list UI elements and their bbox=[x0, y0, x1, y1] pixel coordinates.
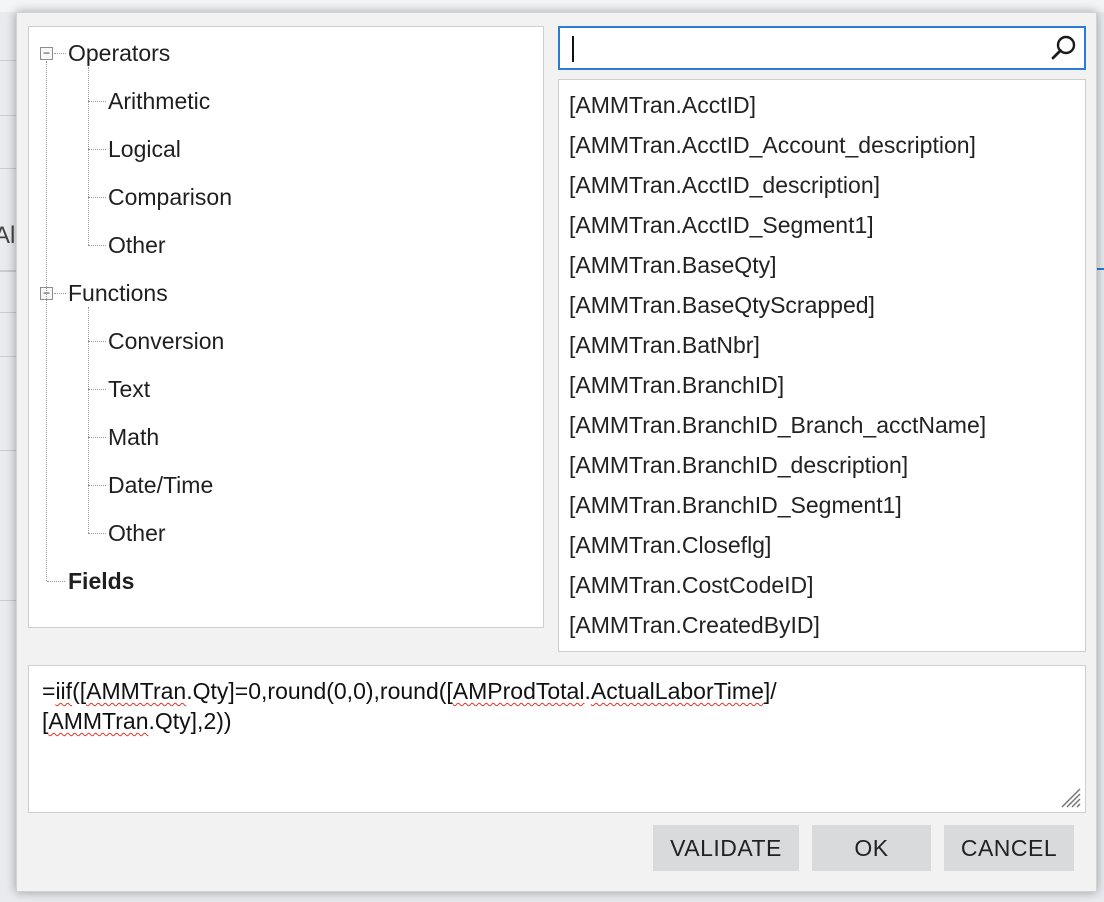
tree-connector bbox=[88, 307, 89, 533]
background-divider bbox=[0, 450, 16, 451]
field-list-item[interactable]: [AMMTran.BranchID_description] bbox=[569, 450, 908, 480]
expression-editor[interactable]: =iif([AMMTran.Qty]=0,round(0,0),round([A… bbox=[28, 665, 1086, 813]
expression-line-2: [AMMTran.Qty],2)) bbox=[42, 706, 232, 736]
tree-connector bbox=[88, 101, 106, 102]
field-list-item[interactable]: [AMMTran.AcctID_Account_description] bbox=[569, 130, 976, 160]
field-list-item[interactable]: [AMMTran.Closeflg] bbox=[569, 530, 771, 560]
expression-text: .Qty],2)) bbox=[148, 708, 232, 734]
tree-item-conversion[interactable]: Conversion bbox=[108, 327, 224, 355]
fields-list: [AMMTran.AcctID] [AMMTran.AcctID_Account_… bbox=[558, 79, 1086, 652]
tree-connector bbox=[88, 485, 106, 486]
search-icon[interactable] bbox=[1050, 34, 1078, 62]
expression-text: ]/ bbox=[763, 678, 777, 704]
resize-grip-icon[interactable] bbox=[1058, 785, 1082, 809]
tree-connector bbox=[88, 341, 106, 342]
tree-item-text[interactable]: Text bbox=[108, 375, 150, 403]
background-divider bbox=[0, 115, 16, 116]
tree-item-fields[interactable]: Fields bbox=[68, 567, 134, 595]
field-list-item[interactable]: [AMMTran.BatNbr] bbox=[569, 330, 760, 360]
expression-editor-dialog: − Operators Arithmetic Logical Comparison Oth… bbox=[16, 12, 1097, 892]
expression-text-misspelled: AMMTran bbox=[86, 678, 187, 704]
expression-line-1: =iif([AMMTran.Qty]=0,round(0,0),round([A… bbox=[42, 676, 777, 706]
expression-text: = bbox=[42, 678, 56, 704]
tree-group-operators[interactable]: Operators bbox=[68, 39, 170, 67]
collapse-icon[interactable]: − bbox=[40, 47, 53, 60]
tree-connector bbox=[46, 61, 47, 581]
tree-connector bbox=[88, 197, 106, 198]
background-divider bbox=[0, 600, 16, 601]
search-input[interactable] bbox=[570, 32, 1040, 64]
tree-connector bbox=[88, 245, 106, 246]
tree-connector bbox=[88, 389, 106, 390]
background-divider bbox=[0, 312, 16, 313]
tree-item-datetime[interactable]: Date/Time bbox=[108, 471, 213, 499]
validate-button[interactable]: VALIDATE bbox=[653, 825, 799, 871]
text-caret bbox=[572, 36, 574, 62]
background-app-strip-top bbox=[0, 0, 1104, 12]
tree-group-functions[interactable]: Functions bbox=[68, 279, 168, 307]
expression-text-misspelled: AMMTran bbox=[48, 708, 149, 734]
field-list-item[interactable]: [AMMTran.AcctID_description] bbox=[569, 170, 880, 200]
tree-connector bbox=[88, 533, 106, 534]
expression-text-misspelled: iif bbox=[55, 678, 73, 704]
expression-text-misspelled: ActualLaborTime bbox=[590, 678, 764, 704]
cancel-button[interactable]: CANCEL bbox=[944, 825, 1074, 871]
field-search-box[interactable] bbox=[558, 26, 1086, 70]
background-accent-line bbox=[1096, 268, 1104, 270]
background-divider bbox=[0, 356, 16, 357]
tree-item-comparison[interactable]: Comparison bbox=[108, 183, 232, 211]
tree-item-other[interactable]: Other bbox=[108, 231, 166, 259]
field-list-item[interactable]: [AMMTran.BranchID_Segment1] bbox=[569, 490, 902, 520]
tree-connector bbox=[88, 67, 89, 245]
field-list-item[interactable]: [AMMTran.BaseQtyScrapped] bbox=[569, 290, 875, 320]
field-list-item[interactable]: [AMMTran.AcctID] bbox=[569, 90, 756, 120]
background-divider bbox=[0, 270, 16, 272]
expression-text: .Qty]=0,round(0,0),round([ bbox=[186, 678, 453, 704]
tree-connector bbox=[54, 53, 66, 54]
tree-item-math[interactable]: Math bbox=[108, 423, 159, 451]
background-divider bbox=[0, 60, 16, 61]
category-tree: − Operators Arithmetic Logical Comparison Oth… bbox=[28, 26, 544, 628]
tree-item-arithmetic[interactable]: Arithmetic bbox=[108, 87, 210, 115]
tree-item-logical[interactable]: Logical bbox=[108, 135, 181, 163]
tree-connector bbox=[47, 581, 65, 582]
ok-button[interactable]: OK bbox=[812, 825, 931, 871]
field-list-item[interactable]: [AMMTran.CreatedByID] bbox=[569, 610, 820, 640]
field-list-item[interactable]: [AMMTran.BranchID] bbox=[569, 370, 784, 400]
tree-connector bbox=[88, 437, 106, 438]
expression-text: ([ bbox=[72, 678, 87, 704]
field-list-item[interactable]: [AMMTran.AcctID_Segment1] bbox=[569, 210, 874, 240]
background-divider bbox=[0, 168, 16, 169]
expression-text-misspelled: AMProdTotal bbox=[452, 678, 585, 704]
tree-item-other[interactable]: Other bbox=[108, 519, 166, 547]
tree-connector bbox=[54, 293, 66, 294]
field-list-item[interactable]: [AMMTran.BranchID_Branch_acctName] bbox=[569, 410, 986, 440]
tree-connector bbox=[88, 149, 106, 150]
field-list-item[interactable]: [AMMTran.CostCodeID] bbox=[569, 570, 814, 600]
background-fragment-text: Al bbox=[0, 222, 16, 249]
field-list-item[interactable]: [AMMTran.BaseQty] bbox=[569, 250, 776, 280]
